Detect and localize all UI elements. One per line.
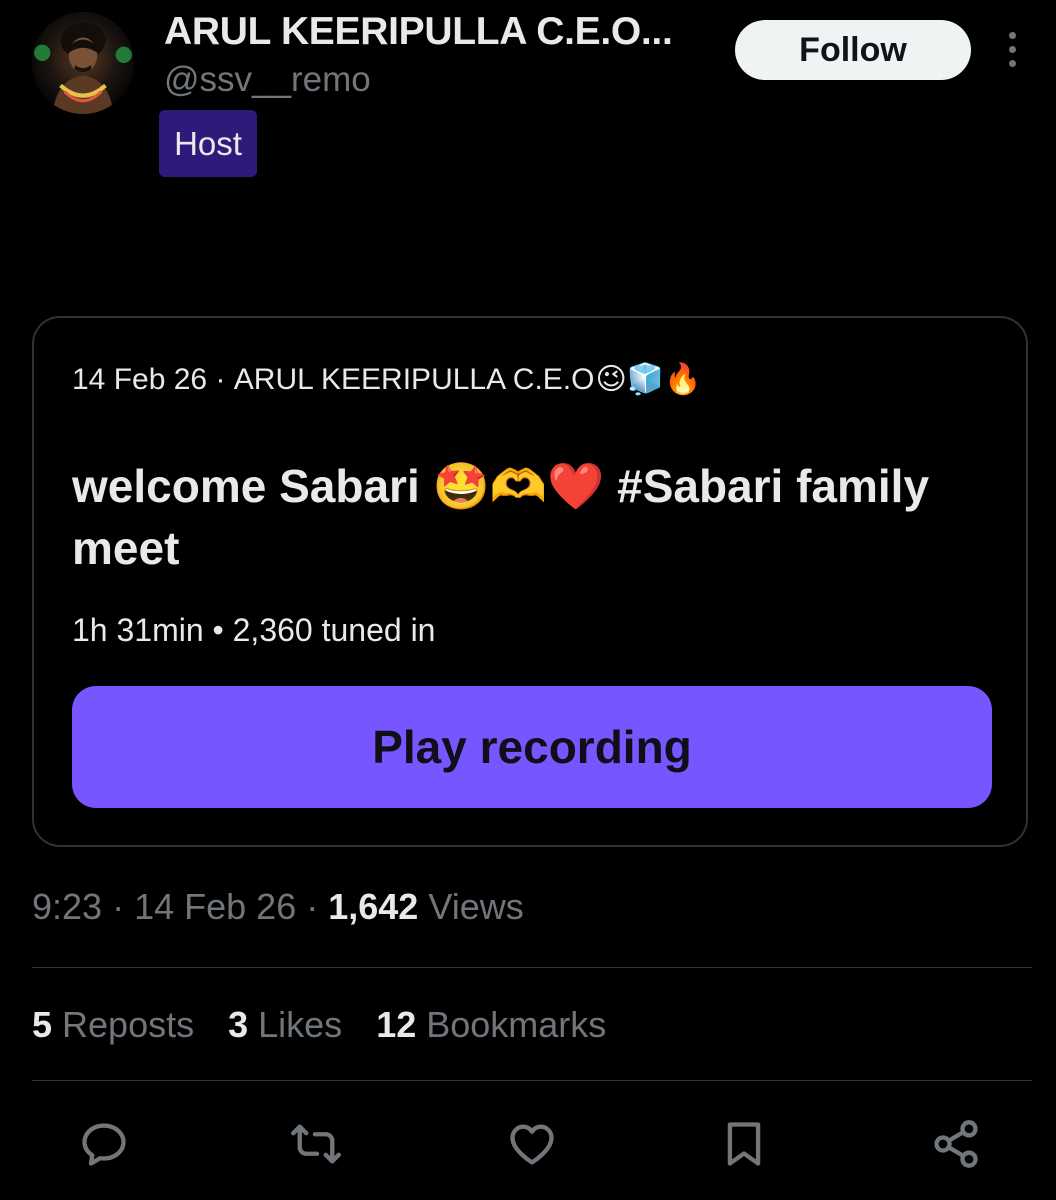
post-time[interactable]: 9:23 bbox=[32, 886, 102, 927]
space-host-emojis: 😉🧊🔥 bbox=[595, 363, 702, 396]
likes-stat[interactable]: 3 Likes bbox=[228, 1004, 342, 1046]
user-handle[interactable]: @ssv__remo bbox=[164, 60, 371, 100]
space-meta: 14 Feb 26 · ARUL KEERIPULLA C.E.O 😉🧊🔥 bbox=[72, 362, 701, 397]
space-duration: 1h 31min bbox=[72, 612, 204, 648]
separator-dot: · bbox=[306, 886, 329, 927]
post-date[interactable]: 14 Feb 26 bbox=[134, 886, 296, 927]
bookmark-icon[interactable] bbox=[718, 1118, 770, 1170]
space-title: welcome Sabari 🤩🫶❤️ #Sabari family meet bbox=[72, 460, 930, 574]
space-stats: 1h 31min • 2,360 tuned in bbox=[72, 612, 435, 649]
reposts-stat[interactable]: 5 Reposts bbox=[32, 1004, 194, 1046]
bookmarks-label: Bookmarks bbox=[426, 1004, 607, 1045]
display-name[interactable]: ARUL KEERIPULLA C.E.O... bbox=[164, 10, 673, 54]
avatar[interactable] bbox=[32, 12, 134, 114]
avatar-image bbox=[32, 12, 134, 114]
views-label: Views bbox=[428, 886, 524, 927]
space-date: 14 Feb 26 bbox=[72, 362, 208, 396]
views-count: 1,642 bbox=[328, 886, 419, 927]
separator-dot: · bbox=[112, 886, 135, 927]
space-tuned-in: 2,360 tuned in bbox=[232, 612, 436, 648]
space-host-name: ARUL KEERIPULLA C.E.O bbox=[233, 362, 595, 396]
separator-dot: · bbox=[207, 362, 234, 396]
divider bbox=[32, 967, 1032, 968]
likes-label: Likes bbox=[258, 1004, 343, 1045]
divider bbox=[32, 1080, 1032, 1081]
like-icon[interactable] bbox=[506, 1118, 558, 1170]
bookmarks-count: 12 bbox=[376, 1004, 417, 1045]
bookmarks-stat[interactable]: 12 Bookmarks bbox=[376, 1004, 606, 1046]
repost-icon[interactable] bbox=[290, 1118, 342, 1170]
follow-button[interactable]: Follow bbox=[735, 20, 971, 80]
host-badge: Host bbox=[159, 110, 257, 177]
play-recording-button[interactable]: Play recording bbox=[72, 686, 992, 808]
reposts-label: Reposts bbox=[62, 1004, 195, 1045]
engagement-stats: 5 Reposts 3 Likes 12 Bookmarks bbox=[32, 1004, 640, 1046]
separator-dot: • bbox=[212, 612, 233, 648]
reply-icon[interactable] bbox=[78, 1118, 130, 1170]
likes-count: 3 bbox=[228, 1004, 249, 1045]
share-icon[interactable] bbox=[930, 1118, 982, 1170]
more-options-icon[interactable] bbox=[1000, 28, 1024, 72]
post-timestamp-row: 9:23 · 14 Feb 26 · 1,642 Views bbox=[32, 886, 524, 928]
reposts-count: 5 bbox=[32, 1004, 53, 1045]
